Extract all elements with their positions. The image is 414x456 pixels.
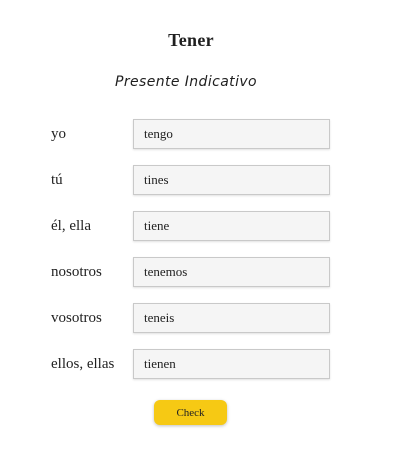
conjugation-row-yo: yo — [51, 119, 331, 149]
pronoun-label: tú — [51, 172, 63, 188]
answer-input-tu[interactable] — [133, 165, 330, 195]
answer-input-yo[interactable] — [133, 119, 330, 149]
conjugation-row-vosotros: vosotros — [51, 303, 331, 333]
pronoun-label: yo — [51, 126, 66, 142]
answer-input-el-ella[interactable] — [133, 211, 330, 241]
verb-title: Tener — [168, 30, 214, 50]
answer-input-nosotros[interactable] — [133, 257, 330, 287]
conjugation-row-ellos-ellas: ellos, ellas — [51, 349, 331, 379]
answer-input-ellos-ellas[interactable] — [133, 349, 330, 379]
conjugation-row-nosotros: nosotros — [51, 257, 331, 287]
conjugation-row-el-ella: él, ella — [51, 211, 331, 241]
conjugation-row-tu: tú — [51, 165, 331, 195]
pronoun-label: vosotros — [51, 310, 102, 326]
answer-input-vosotros[interactable] — [133, 303, 330, 333]
check-button[interactable]: Check — [154, 400, 227, 425]
pronoun-label: nosotros — [51, 264, 102, 280]
tense-subtitle: Presente Indicativo — [114, 74, 258, 90]
pronoun-label: ellos, ellas — [51, 356, 115, 372]
pronoun-label: él, ella — [51, 218, 91, 234]
